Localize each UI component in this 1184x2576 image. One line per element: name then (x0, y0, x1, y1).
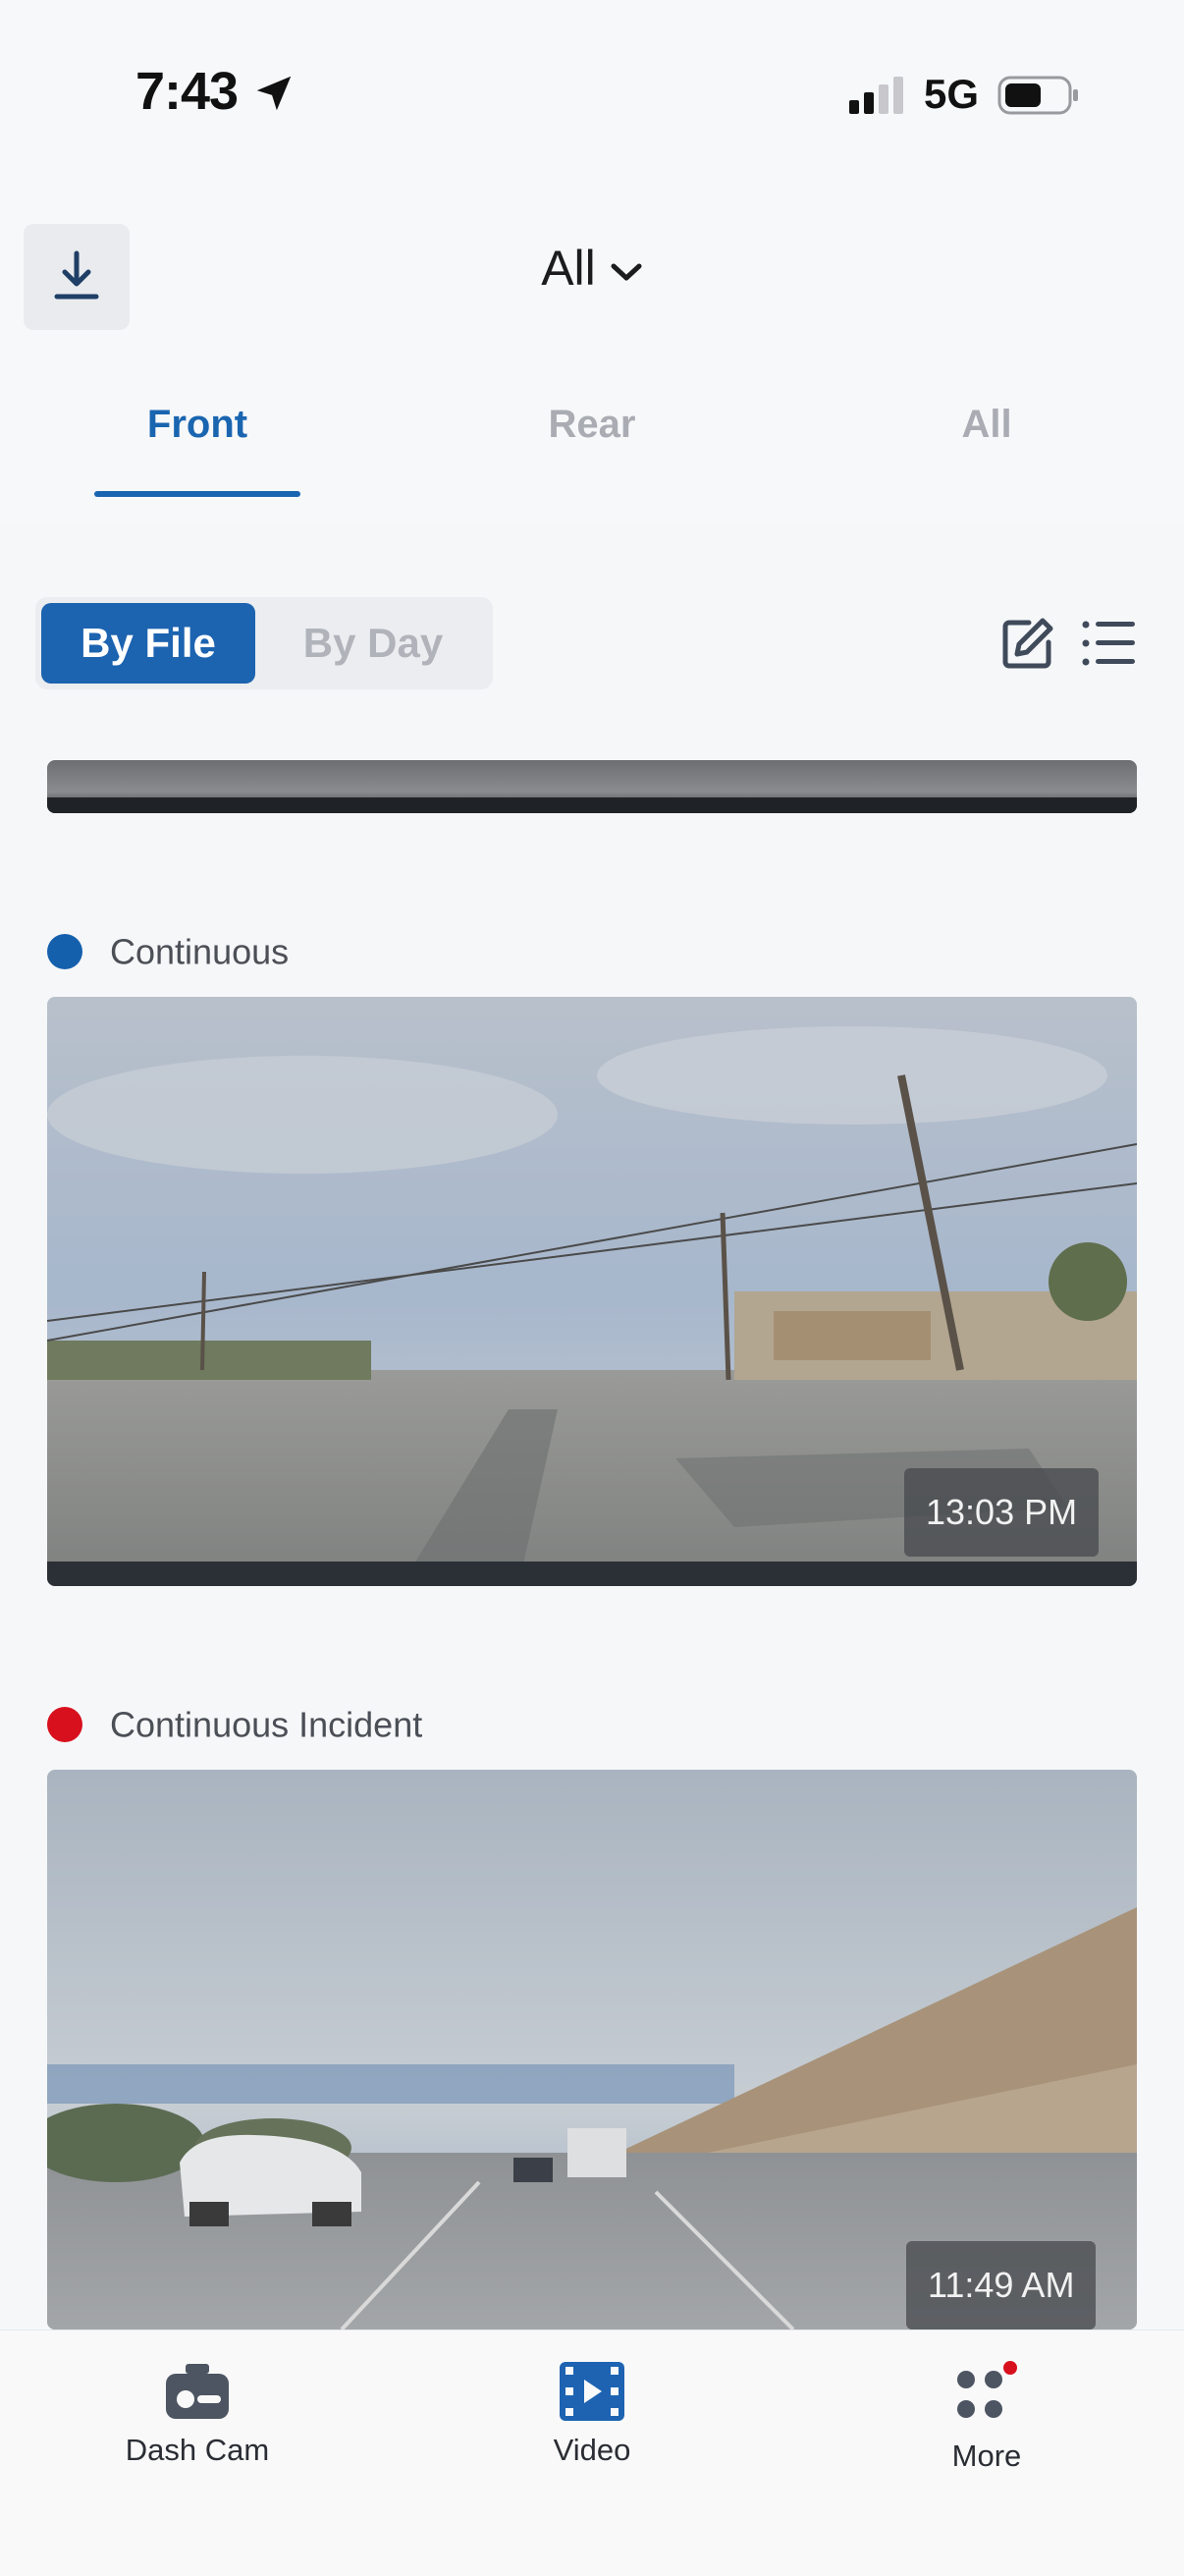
camera-tabs: Front Rear All (0, 403, 1184, 501)
battery-icon (997, 76, 1078, 115)
video-thumbnail[interactable] (47, 760, 1137, 813)
cellular-signal-icon (849, 77, 903, 114)
list-view-icon[interactable] (1080, 615, 1137, 672)
more-icon (957, 2361, 1017, 2418)
tab-rear[interactable]: Rear (395, 403, 789, 447)
tab-indicator (94, 491, 300, 497)
tab-label: Dash Cam (125, 2433, 270, 2467)
status-bar: 7:43 5G (0, 0, 1184, 196)
notification-badge-icon (1003, 2361, 1017, 2375)
clip-type-label: Continuous (47, 929, 289, 972)
tab-label: Video (553, 2433, 631, 2467)
incident-dot-icon (47, 1707, 82, 1743)
tab-dash-cam[interactable]: Dash Cam (0, 2360, 395, 2468)
edit-icon[interactable] (999, 615, 1056, 672)
continuous-dot-icon (47, 934, 82, 970)
status-time: 7:43 (135, 62, 239, 121)
video-thumbnail[interactable]: 13:03 PM (47, 997, 1137, 1586)
tab-front[interactable]: Front (0, 403, 395, 447)
tab-more[interactable]: More (789, 2360, 1184, 2474)
chevron-down-icon (611, 263, 642, 281)
network-type: 5G (924, 71, 980, 117)
clip-type: Continuous Incident (110, 1704, 423, 1745)
by-day-button[interactable]: By Day (257, 603, 489, 684)
tab-all[interactable]: All (789, 403, 1184, 447)
clip-time-badge: 13:03 PM (904, 1468, 1100, 1557)
video-icon (560, 2362, 624, 2421)
filter-label: All (541, 241, 596, 296)
bottom-tab-bar: Dash Cam Video More (0, 2329, 1184, 2576)
thumbnail-strip (47, 797, 1137, 813)
dashcam-icon (166, 2364, 229, 2419)
location-arrow-icon (256, 76, 292, 111)
clip-time-badge: 11:49 AM (906, 2241, 1097, 2329)
clip-type-label: Continuous Incident (47, 1702, 422, 1745)
by-file-button[interactable]: By File (41, 603, 255, 684)
video-thumbnail[interactable]: 11:49 AM (47, 1770, 1137, 2329)
tab-video[interactable]: Video (395, 2360, 789, 2468)
view-toggle: By File By Day (35, 597, 493, 689)
filter-dropdown[interactable]: All (0, 240, 1184, 297)
clip-type: Continuous (110, 931, 290, 972)
tab-label: More (951, 2439, 1022, 2473)
